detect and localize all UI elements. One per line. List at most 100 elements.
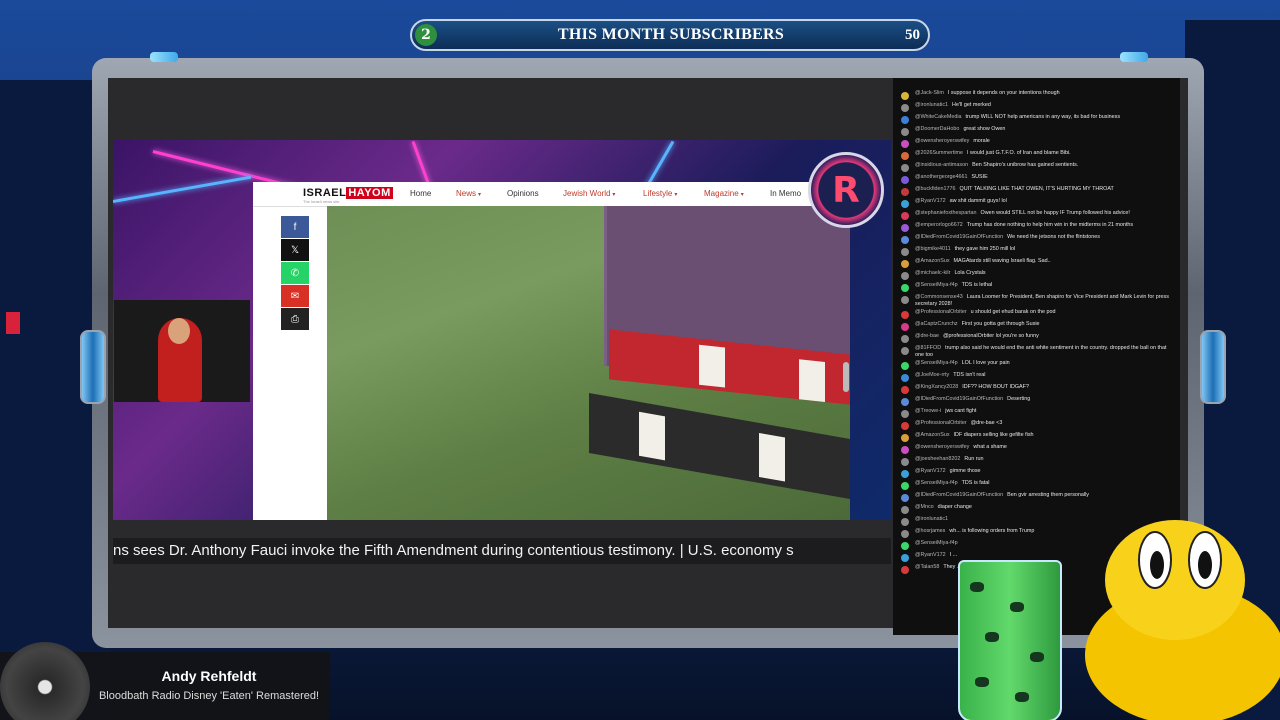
chat-message-text: @Commonsense43 Laura Loomer for President…: [915, 294, 1176, 307]
chat-username: @joesheehan8202: [915, 456, 961, 463]
cup-pattern: [970, 582, 984, 592]
chat-text: aw shit dammit guys! lol: [949, 198, 1007, 204]
mascot-head: [1105, 520, 1245, 640]
chat-username: @SenseiMiya-f4p: [915, 282, 958, 288]
chat-username: @RyanV172: [915, 552, 946, 559]
chat-text: TDS is lethal: [961, 282, 993, 288]
frame-light-right: [1120, 52, 1148, 62]
host-head: [168, 318, 190, 344]
chat-text: LOL I love your pain: [961, 360, 1010, 367]
chat-avatar: [901, 446, 909, 455]
nav-news[interactable]: News ▾: [456, 189, 481, 198]
chat-message-text: @DoomerDaHobo great show Owen: [915, 126, 1005, 133]
album-art-disc: [0, 642, 90, 720]
chat-message: @dre-bae @professionalOrbiter lol you're …: [893, 333, 1180, 344]
chat-avatar: [901, 335, 909, 344]
chat-avatar: [901, 323, 909, 332]
chat-username: @JoeMoe-rrty: [915, 372, 950, 379]
chat-username: @emperorlogo6672: [915, 222, 963, 228]
chat-text: Ben Shapiro's unibrow has gained sentien…: [972, 162, 1079, 168]
chat-message: @buckfiden1776 QUIT TALKING LIKE THAT OWE…: [893, 186, 1180, 196]
email-share-icon[interactable]: ✉: [281, 285, 309, 307]
chat-username: @anothergeorge4661: [915, 174, 968, 180]
chat-message: @SenseiMiya-f4p LOL I love your pain: [893, 360, 1180, 371]
nav-opinions[interactable]: Opinions: [507, 189, 539, 198]
chat-avatar: [901, 554, 909, 563]
neon-sign: [6, 312, 20, 334]
chat-text: We need the jetsons not the flintstones: [1007, 234, 1100, 240]
subscriber-goal-label: THIS MONTH SUBSCRIBERS: [557, 26, 785, 43]
chat-username: @IDiedFromCovid19GainOfFunction: [915, 234, 1004, 240]
chat-avatar: [901, 482, 909, 491]
chat-text: great show Owen: [963, 126, 1006, 132]
chat-message-text: @WhiteCakeMedia trump WILL NOT help ameri…: [915, 114, 1120, 121]
cup-pattern: [1030, 652, 1044, 662]
chat-avatar: [901, 506, 909, 515]
chat-message-text: @JoeMoe-rrty TDS isn't real: [915, 372, 985, 379]
chat-message-text: @SenseiMiya-f4p TDS is fatal: [915, 480, 989, 487]
chat-message: @anothergeorge4661 SUSIE: [893, 174, 1180, 184]
chat-avatar: [901, 398, 909, 407]
mascot-pupil-right: [1198, 551, 1212, 579]
chat-username: @ProfessionalOrbiter: [915, 309, 967, 316]
print-icon[interactable]: ⎙: [281, 308, 309, 330]
bench-stripe: [639, 411, 665, 461]
chat-username: @DoomerDaHobo: [915, 126, 960, 132]
chat-avatar: [901, 272, 909, 280]
chat-message-text: @2026Summertime I would just G.T.F.O. of …: [915, 150, 1071, 157]
chat-message-text: @buckfiden1776 QUIT TALKING LIKE THAT OWE…: [915, 186, 1114, 193]
site-navbar: ISRAEL HAYOM The Israeli news site Home N…: [253, 182, 850, 207]
chat-message-text: @Treowe-i jws cant fight: [915, 408, 976, 415]
chat-message: @emperorlogo6672 Trump has done nothing t…: [893, 222, 1180, 232]
chevron-down-icon: ▾: [478, 192, 482, 198]
chat-username: @ProfessionalOrbiter: [915, 420, 967, 427]
chat-avatar: [901, 311, 909, 320]
chat-username: @2026Summertime: [915, 150, 964, 156]
nav-lifestyle[interactable]: Lifestyle ▾: [643, 189, 677, 198]
x-share-icon[interactable]: 𝕏: [281, 239, 309, 261]
whatsapp-share-icon[interactable]: ✆: [281, 262, 309, 284]
cup-pattern: [1015, 692, 1029, 702]
bench-stripe: [799, 359, 825, 403]
chat-message-text: @ProfessionalOrbiter u should get ehud ba…: [915, 309, 1055, 316]
nav-magazine[interactable]: Magazine ▾: [704, 189, 744, 198]
chat-message: @WhiteCakeMedia trump WILL NOT help ameri…: [893, 114, 1180, 124]
chat-message: @JoeMoe-rrty TDS isn't real: [893, 372, 1180, 383]
chat-avatar: [901, 92, 909, 100]
chat-message-text: @AmazonSux MAGAtards still waving Israeli…: [915, 258, 1051, 265]
chat-message-text: @81FFOD trump also said he would end the …: [915, 345, 1176, 358]
chat-avatar: [901, 434, 909, 443]
chat-message: @SenseiMiya-f4p TDS is fatal: [893, 480, 1180, 491]
cup-pattern: [985, 632, 999, 642]
chat-message-text: @IDiedFromCovid19GainOfFunction Deserting: [915, 396, 1030, 403]
chat-username: @ironlunatic1: [915, 516, 949, 523]
chat-message-text: @RyanV172 aw shit dammit guys! lol: [915, 198, 1007, 205]
nav-home[interactable]: Home: [410, 189, 431, 198]
mascot-pupil-left: [1150, 551, 1164, 579]
chat-avatar: [901, 176, 909, 184]
subscriber-count: 2: [415, 24, 437, 46]
facebook-share-icon[interactable]: f: [281, 216, 309, 238]
subscriber-goal-target: 50: [905, 26, 920, 43]
chat-message-text: @RyanV172 I ...: [915, 552, 957, 559]
chat-avatar: [901, 494, 909, 503]
page-scrollbar[interactable]: [843, 362, 849, 392]
chat-text: MAGAtards still waving Israeli flag. Sad…: [953, 258, 1051, 264]
chat-message: @AmazonSux IDF diapers selling like gefil…: [893, 432, 1180, 443]
chat-message: @ProfessionalOrbiter @dre-bae <3: [893, 420, 1180, 431]
chat-avatar: [901, 284, 909, 292]
chat-avatar: [901, 566, 909, 575]
chat-message: @ironlunatic1 He'll get merked: [893, 102, 1180, 112]
chat-text: trump WILL NOT help americans in any way…: [965, 114, 1121, 120]
chat-avatar: [901, 374, 909, 383]
chat-avatar: [901, 530, 909, 539]
chat-message-text: @AmazonSux IDF diapers selling like gefil…: [915, 432, 1034, 439]
nav-jewish-world[interactable]: Jewish World ▾: [563, 189, 615, 198]
site-logo[interactable]: ISRAEL HAYOM The Israeli news site: [303, 187, 393, 204]
nav-in-memo[interactable]: In Memo: [770, 189, 801, 198]
chat-message: @Commonsense43 Laura Loomer for President…: [893, 294, 1180, 307]
chat-message: @2026Summertime I would just G.T.F.O. of …: [893, 150, 1180, 160]
chat-avatar: [901, 248, 909, 256]
chat-text: @professionalOrbiter lol you're so funny: [943, 333, 1039, 340]
chat-message: @81FFOD trump also said he would end the …: [893, 345, 1180, 358]
